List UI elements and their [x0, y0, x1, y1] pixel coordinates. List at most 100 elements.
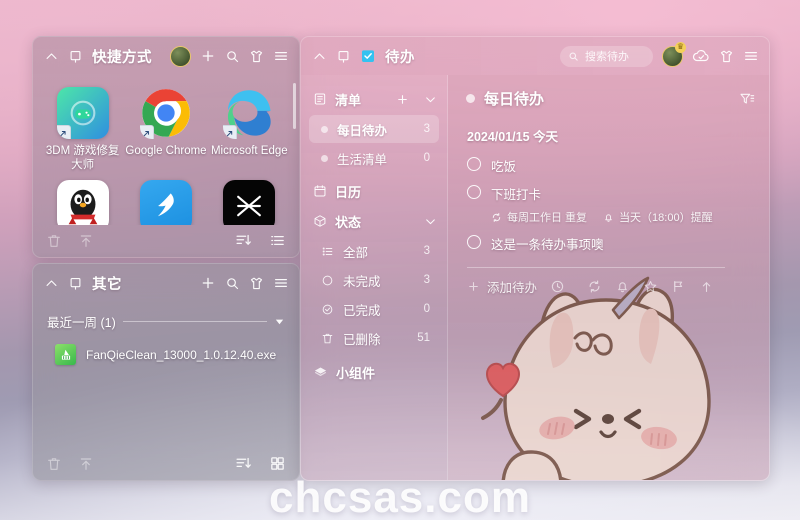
file-list-item[interactable]: FanQieClean_13000_1.0.12.40.exe — [55, 344, 285, 365]
shirt-icon[interactable] — [719, 49, 734, 64]
plus-icon[interactable] — [200, 48, 216, 64]
cube-icon — [313, 214, 327, 228]
pin-icon[interactable] — [336, 49, 351, 64]
chevron-up-icon[interactable] — [312, 49, 327, 64]
trash-icon[interactable] — [46, 233, 62, 249]
search-icon[interactable] — [225, 276, 240, 291]
trash-icon[interactable] — [46, 456, 62, 472]
sidebar-item-count: 3 — [423, 245, 430, 257]
sidebar-item-count: 3 — [423, 123, 430, 135]
move-icon[interactable] — [699, 279, 714, 294]
sidebar-section-label: 小组件 — [336, 365, 376, 381]
list-icon — [313, 92, 327, 106]
task-checkbox[interactable] — [467, 235, 481, 249]
sidebar-item-incomplete[interactable]: 未完成 3 — [309, 266, 439, 294]
task-repeat-meta: 每周工作日 重复 — [491, 209, 587, 225]
sidebar-item-all[interactable]: 全部 3 — [309, 237, 439, 265]
shirt-icon[interactable] — [249, 276, 264, 291]
app-tile[interactable]: ↗ Google Chrome — [124, 81, 207, 172]
sidebar-item-label: 已删除 — [343, 332, 381, 347]
others-panel-title: 其它 — [92, 276, 122, 293]
upload-arrow-icon[interactable] — [78, 233, 94, 249]
add-todo-row[interactable]: 添加待办 — [467, 277, 755, 296]
chevron-down-icon[interactable] — [424, 215, 437, 228]
chevron-down-icon[interactable] — [274, 316, 285, 327]
sort-descending-icon[interactable] — [235, 232, 252, 249]
check-circle-icon — [321, 303, 334, 316]
app-label: 3DM 游戏修复大师 — [45, 145, 120, 171]
shirt-icon[interactable] — [249, 49, 264, 64]
widget-cube-icon — [313, 365, 328, 380]
star-icon[interactable] — [643, 279, 658, 294]
search-icon[interactable] — [225, 49, 240, 64]
app-tile[interactable] — [41, 174, 124, 225]
upload-arrow-icon[interactable] — [78, 456, 94, 472]
chevron-up-icon[interactable] — [44, 49, 59, 64]
task-reminder-meta: 当天（18:00）提醒 — [603, 209, 713, 225]
shortcuts-panel: 快捷方式 ↗ 3DM 游戏修复大师 ↗ Google Chrome ↗ Micr… — [32, 36, 300, 258]
sidebar-section-calendar[interactable]: 日历 — [301, 176, 447, 206]
task-body: 吃饭 — [491, 156, 516, 175]
shortcuts-scrollbar[interactable] — [293, 83, 296, 129]
task-reminder-text: 当天（18:00）提醒 — [619, 212, 713, 224]
bell-icon[interactable] — [615, 279, 630, 294]
search-input[interactable]: 搜索待办 — [560, 45, 653, 67]
chevron-down-icon[interactable] — [424, 93, 437, 106]
sidebar-item-completed[interactable]: 已完成 0 — [309, 295, 439, 323]
sidebar-item-label: 已完成 — [343, 303, 381, 318]
edge-icon: ↗ — [223, 87, 275, 139]
hamburger-menu-icon[interactable] — [273, 48, 289, 64]
broom-app-icon — [55, 344, 76, 365]
app-tile[interactable] — [124, 174, 207, 225]
sidebar-section-label: 日历 — [335, 184, 362, 200]
file-group-header[interactable]: 最近一周 (1) — [33, 302, 299, 331]
grid-view-icon[interactable] — [269, 455, 286, 472]
user-avatar[interactable] — [170, 45, 191, 67]
task-meta-row: 每周工作日 重复 当天（18:00）提醒 — [491, 209, 713, 225]
sidebar-section-widgets[interactable]: 小组件 — [301, 357, 447, 387]
task-body: 这是一条待办事项噢 — [491, 234, 604, 253]
sidebar-section-lists[interactable]: 清单 — [301, 84, 447, 114]
sidebar-item-count: 0 — [423, 152, 430, 164]
task-title: 这是一条待办事项噢 — [491, 238, 604, 252]
sidebar-item-deleted[interactable]: 已删除 51 — [309, 324, 439, 352]
task-checkbox[interactable] — [467, 157, 481, 171]
others-panel-footer — [33, 447, 299, 480]
all-list-icon — [321, 245, 334, 258]
task-title: 下班打卡 — [491, 188, 542, 202]
filter-icon[interactable] — [739, 91, 755, 107]
sort-descending-icon[interactable] — [235, 455, 252, 472]
footer-right-tools — [235, 232, 286, 249]
hamburger-menu-icon[interactable] — [743, 48, 759, 64]
sidebar-item-life-list[interactable]: 生活清单 0 — [309, 144, 439, 172]
list-color-dot — [466, 94, 475, 103]
pin-icon[interactable] — [68, 49, 83, 64]
user-avatar[interactable]: ♛ — [662, 41, 686, 67]
shortcuts-app-grid: ↗ 3DM 游戏修复大师 ↗ Google Chrome ↗ Microsoft… — [33, 75, 299, 225]
bell-icon — [603, 212, 614, 223]
search-placeholder: 搜索待办 — [585, 51, 629, 63]
todo-task-row[interactable]: 下班打卡 每周工作日 重复 当天（18:00）提醒 — [466, 177, 755, 227]
task-checkbox[interactable] — [467, 185, 481, 199]
sidebar-item-daily-todo[interactable]: 每日待办 3 — [309, 115, 439, 143]
todo-body: 清单 每日待办 3 生活清单 0 日历 状态 全部 3 未完成 3 已完成 0 … — [301, 75, 769, 480]
app-tile[interactable] — [208, 174, 291, 225]
flag-icon[interactable] — [671, 279, 686, 294]
cloud-sync-icon[interactable] — [692, 47, 710, 65]
clock-icon[interactable] — [550, 279, 565, 294]
list-view-icon[interactable] — [269, 232, 286, 249]
sidebar-section-status[interactable]: 状态 — [301, 206, 447, 236]
plus-icon[interactable] — [200, 275, 216, 291]
add-todo-label: 添加待办 — [487, 281, 538, 295]
app-tile[interactable]: ↗ 3DM 游戏修复大师 — [41, 81, 124, 172]
todo-task-row[interactable]: 吃饭 — [466, 149, 755, 177]
chevron-up-icon[interactable] — [44, 276, 59, 291]
plus-icon[interactable] — [396, 93, 409, 106]
repeat-icon[interactable] — [587, 279, 602, 294]
todo-task-row[interactable]: 这是一条待办事项噢 — [466, 227, 755, 255]
app-tile[interactable]: ↗ Microsoft Edge — [208, 81, 291, 172]
add-todo-button[interactable]: 添加待办 — [467, 277, 537, 296]
pin-icon[interactable] — [68, 276, 83, 291]
hamburger-menu-icon[interactable] — [273, 275, 289, 291]
qq-penguin-icon — [56, 180, 109, 225]
